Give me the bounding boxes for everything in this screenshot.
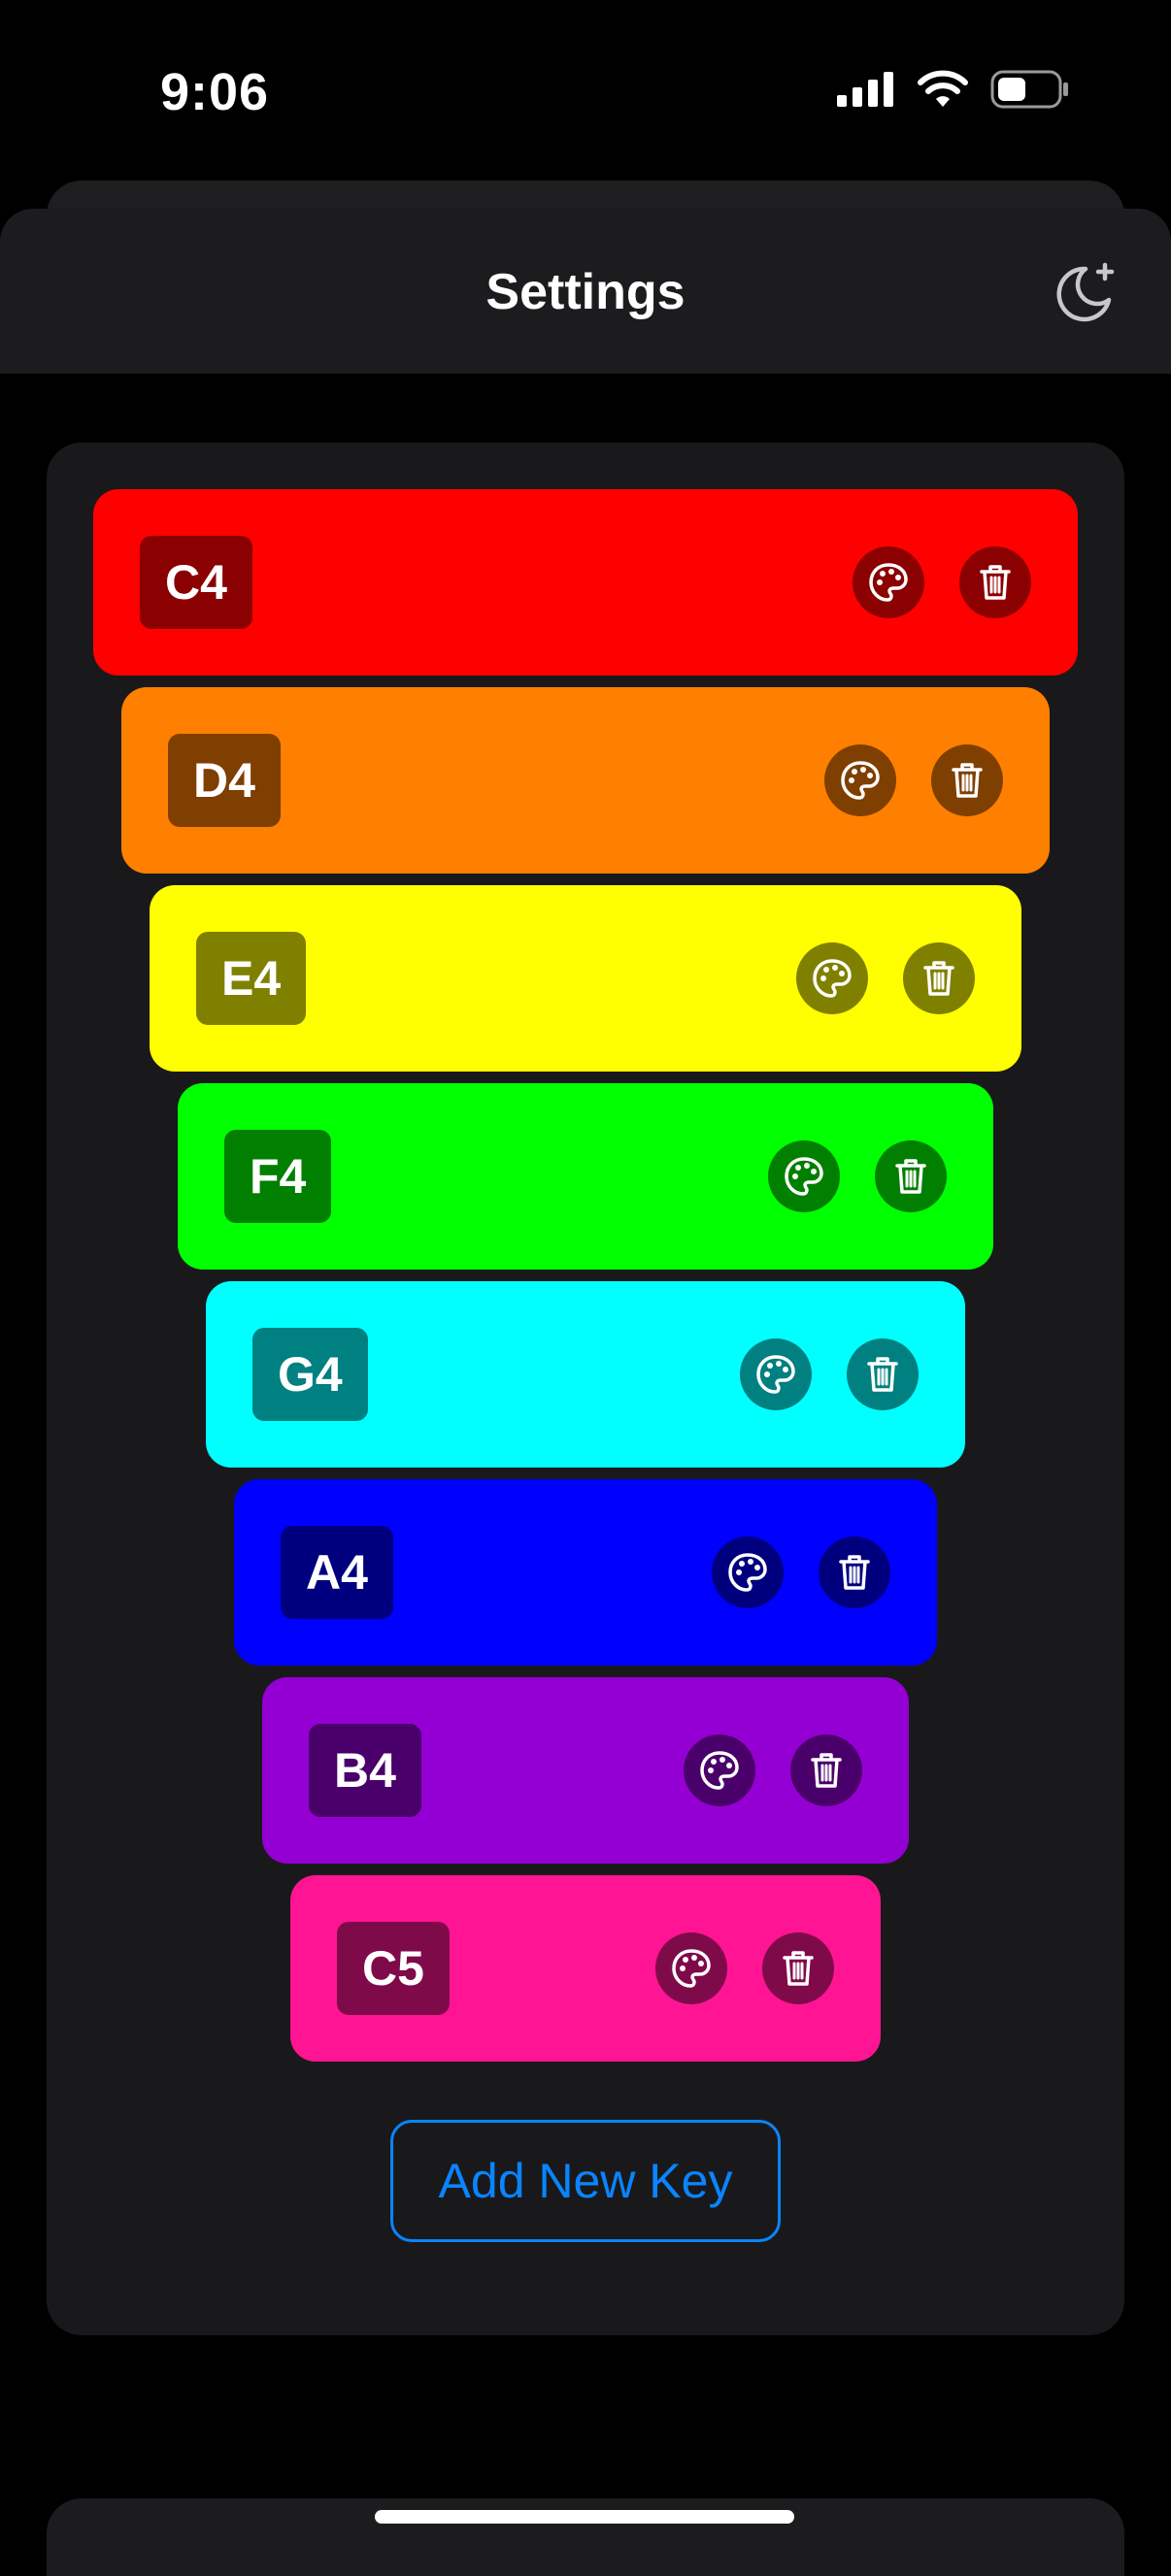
- key-label: G4: [252, 1328, 368, 1421]
- wifi-icon: [918, 70, 968, 107]
- trash-icon: [839, 1555, 870, 1590]
- trash-icon: [923, 961, 954, 996]
- cellular-signal-icon: [837, 72, 893, 107]
- key-label: C4: [140, 536, 252, 629]
- status-bar: 9:06: [0, 0, 1171, 184]
- color-picker-button[interactable]: [740, 1338, 812, 1410]
- status-icons: [837, 70, 1070, 109]
- key-row[interactable]: A4: [234, 1479, 937, 1666]
- key-actions: [768, 1140, 947, 1212]
- key-label: A4: [281, 1526, 393, 1619]
- key-actions: [655, 1932, 834, 2004]
- delete-key-button[interactable]: [959, 546, 1031, 618]
- key-actions: [712, 1536, 890, 1608]
- palette-icon: [785, 1157, 823, 1196]
- add-new-key-button[interactable]: Add New Key: [390, 2120, 781, 2242]
- delete-key-button[interactable]: [790, 1734, 862, 1806]
- key-label: E4: [196, 932, 307, 1025]
- color-picker-button[interactable]: [824, 744, 896, 816]
- home-indicator: [375, 2510, 794, 2524]
- trash-icon: [952, 763, 983, 798]
- trash-icon: [895, 1159, 926, 1194]
- palette-icon: [869, 563, 908, 602]
- settings-header: Settings: [0, 209, 1171, 374]
- delete-key-button[interactable]: [875, 1140, 947, 1212]
- status-time: 9:06: [160, 63, 270, 121]
- key-row[interactable]: F4: [178, 1083, 993, 1270]
- battery-icon: [990, 70, 1068, 109]
- key-actions: [824, 744, 1003, 816]
- color-picker-button[interactable]: [796, 942, 868, 1014]
- key-label: D4: [168, 734, 281, 827]
- page-title: Settings: [485, 264, 686, 320]
- delete-key-button[interactable]: [847, 1338, 919, 1410]
- palette-icon: [672, 1949, 711, 1988]
- key-row[interactable]: C5: [290, 1875, 881, 2062]
- color-picker-button[interactable]: [655, 1932, 727, 2004]
- trash-icon: [811, 1753, 842, 1788]
- key-label: F4: [224, 1130, 332, 1223]
- trash-icon: [980, 565, 1011, 600]
- key-actions: [740, 1338, 919, 1410]
- key-row[interactable]: G4: [206, 1281, 965, 1468]
- color-picker-button[interactable]: [768, 1140, 840, 1212]
- color-picker-button[interactable]: [712, 1536, 784, 1608]
- key-row[interactable]: D4: [121, 687, 1050, 874]
- key-row[interactable]: E4: [150, 885, 1021, 1072]
- moon-sparkle-icon: [1056, 262, 1115, 322]
- color-picker-button[interactable]: [853, 546, 924, 618]
- key-actions: [796, 942, 975, 1014]
- palette-icon: [700, 1751, 739, 1790]
- key-row[interactable]: C4: [93, 489, 1078, 676]
- key-actions: [684, 1734, 862, 1806]
- palette-icon: [728, 1553, 767, 1592]
- palette-icon: [813, 959, 852, 998]
- key-row[interactable]: B4: [262, 1677, 909, 1864]
- delete-key-button[interactable]: [903, 942, 975, 1014]
- delete-key-button[interactable]: [819, 1536, 890, 1608]
- trash-icon: [867, 1357, 898, 1392]
- trash-icon: [783, 1951, 814, 1986]
- theme-toggle-button[interactable]: [1049, 259, 1119, 329]
- key-label: C5: [337, 1922, 450, 2015]
- color-picker-button[interactable]: [684, 1734, 755, 1806]
- key-actions: [853, 546, 1031, 618]
- delete-key-button[interactable]: [762, 1932, 834, 2004]
- palette-icon: [756, 1355, 795, 1394]
- delete-key-button[interactable]: [931, 744, 1003, 816]
- key-label: B4: [309, 1724, 421, 1817]
- palette-icon: [841, 761, 880, 800]
